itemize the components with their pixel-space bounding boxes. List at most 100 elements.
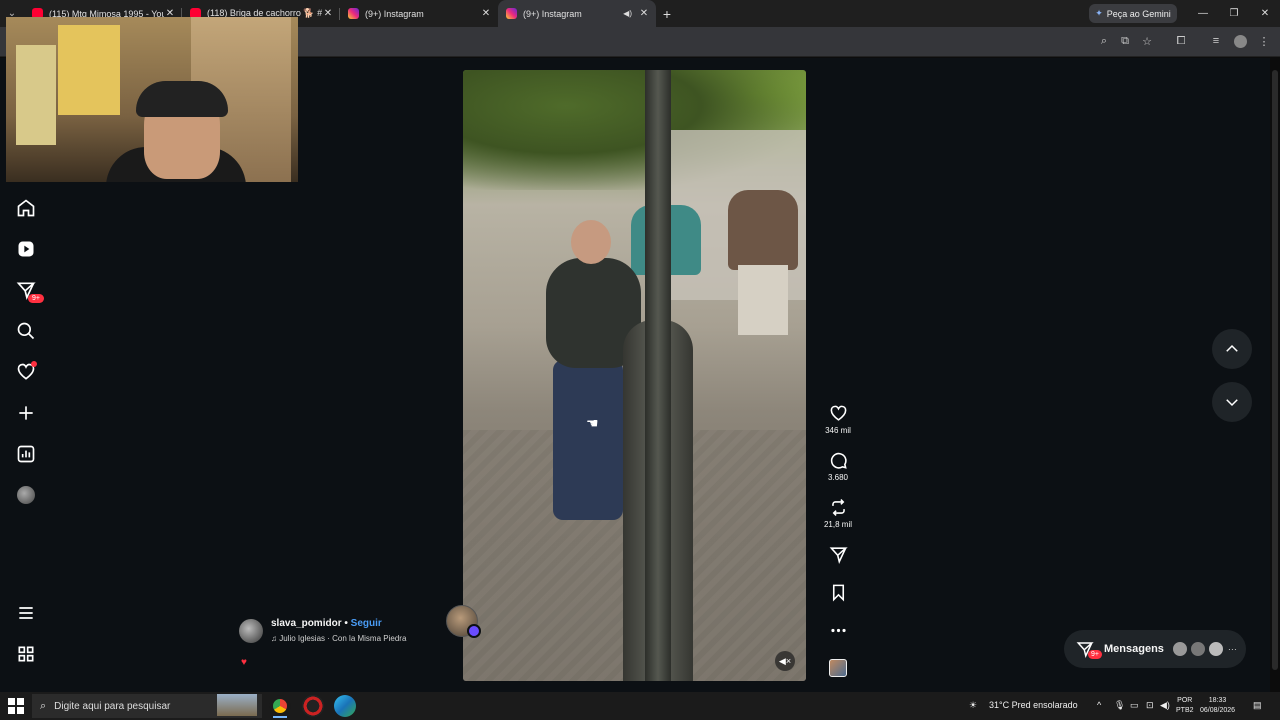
zoom-icon[interactable]: ⌕	[1097, 35, 1111, 48]
share-button[interactable]	[818, 545, 858, 564]
clock-time: 18:33	[1208, 697, 1227, 704]
menu-icon	[19, 607, 33, 619]
profile-avatar[interactable]	[1234, 35, 1247, 48]
new-tab-button[interactable]: +	[656, 6, 678, 22]
clock-date: 06/08/2026	[1200, 707, 1236, 714]
screen: ⌄ (115) Mtg Mimosa 1995 - YouTu ✕ (118) …	[0, 0, 1280, 720]
search-icon: ⌕	[40, 699, 47, 712]
video-person	[728, 170, 798, 390]
comment-icon	[830, 452, 847, 469]
heart-icon: ♥	[241, 657, 247, 668]
windows-start-icon[interactable]	[8, 698, 24, 714]
windows-taskbar: ⌕ Digite aqui para pesquisar	[0, 692, 1280, 720]
send-icon	[829, 547, 848, 564]
extensions-icon[interactable]: ⧠	[1174, 35, 1188, 48]
separator-dot: •	[344, 618, 348, 629]
repost-icon	[831, 499, 845, 516]
sidebar-item-profile[interactable]	[8, 477, 44, 513]
like-count: 346 mil	[825, 426, 851, 435]
heart-icon	[830, 405, 846, 421]
ellipsis-icon: ···	[1227, 644, 1237, 654]
song-line[interactable]: ♫ Julio Iglesias · Con la Misma Piedra	[271, 634, 406, 643]
next-reel-button[interactable]	[1212, 382, 1252, 422]
tray-chevron-icon[interactable]: ^	[1097, 700, 1101, 710]
sidebar-item-messages[interactable]: 9+	[8, 272, 44, 308]
hand-cursor-icon: ☚	[586, 415, 599, 431]
tab-title: (9+) Instagram	[523, 8, 582, 19]
follow-button[interactable]: Seguir	[351, 618, 382, 629]
notification-center-icon[interactable]: ▤	[1253, 700, 1262, 711]
sidebar-item-create[interactable]	[8, 395, 44, 431]
mute-icon[interactable]: ◀×	[775, 651, 795, 671]
browser-tab-active[interactable]: (9+) Instagram ◀) ✕	[498, 0, 656, 27]
speaker-icon[interactable]: ◀)	[623, 9, 632, 18]
volume-icon[interactable]: ◀)	[1160, 700, 1170, 711]
instagram-icon	[348, 8, 359, 19]
like-button[interactable]: 346 mil	[818, 404, 858, 435]
bookmark-icon	[832, 584, 844, 602]
sidebar-item-notifications[interactable]	[8, 354, 44, 390]
author-avatar[interactable]	[239, 619, 263, 643]
media-controls-icon[interactable]: ≡	[1209, 35, 1223, 47]
webcam-overlay	[6, 17, 298, 182]
reel-video[interactable]: ◀×	[463, 70, 806, 681]
kebab-menu-icon[interactable]: ⋮	[1257, 35, 1271, 48]
author-username[interactable]: slava_pomidor	[271, 618, 342, 629]
weather-text[interactable]: 31°C Pred ensolarado	[989, 700, 1078, 710]
comment-count: 3.680	[827, 473, 849, 482]
tab-title: (9+) Instagram	[365, 8, 424, 19]
taskbar-clock[interactable]: 18:33 06/08/2026	[1200, 696, 1235, 716]
microphone-icon[interactable]: 🎙	[1114, 700, 1125, 711]
sidebar-item-more[interactable]	[8, 595, 44, 631]
song-title: Julio Iglesias · Con la Misma Piedra	[279, 634, 407, 643]
obs-icon[interactable]	[302, 695, 324, 717]
network-icon[interactable]: ⊡	[1146, 700, 1154, 711]
chevron-down-icon	[1226, 399, 1238, 407]
messages-badge: 9+	[28, 294, 44, 303]
close-window-button[interactable]: ✕	[1250, 0, 1280, 27]
more-options-button[interactable]	[818, 621, 858, 640]
gemini-sparkle-icon: ✦	[1095, 8, 1103, 18]
home-icon	[17, 199, 35, 217]
input-language[interactable]: POR PTB2	[1176, 696, 1194, 716]
bookmark-star-icon[interactable]: ☆	[1140, 35, 1154, 48]
edge-icon[interactable]	[334, 695, 356, 717]
active-app-indicator	[273, 716, 287, 718]
sidebar-item-also-from-meta[interactable]	[8, 636, 44, 672]
messages-label: Mensagens	[1104, 643, 1164, 655]
repost-button[interactable]: 21,8 mil	[818, 498, 858, 529]
messages-pill[interactable]: 9+ Mensagens ···	[1064, 630, 1246, 668]
restore-button[interactable]: ❐	[1219, 0, 1249, 27]
chevron-up-icon	[1226, 344, 1238, 352]
tab-close-icon[interactable]: ✕	[322, 8, 334, 19]
save-button[interactable]	[818, 583, 858, 602]
chrome-icon[interactable]	[269, 695, 291, 717]
minimize-button[interactable]: —	[1188, 0, 1218, 27]
sidebar-item-reels[interactable]	[8, 231, 44, 267]
sidebar-item-search[interactable]	[8, 313, 44, 349]
ask-gemini-button[interactable]: ✦ Peça ao Gemini	[1089, 4, 1177, 23]
display-icon[interactable]: ▭	[1130, 700, 1139, 711]
gemini-button-label: Peça ao Gemini	[1106, 8, 1171, 19]
previous-reel-button[interactable]	[1212, 329, 1252, 369]
sidebar-item-home[interactable]	[8, 190, 44, 226]
author-line: slava_pomidor • Seguir	[271, 618, 382, 629]
plus-icon	[19, 406, 33, 420]
add-icon	[467, 624, 481, 638]
page-scrollbar[interactable]	[1270, 58, 1280, 692]
grid-icon	[18, 646, 34, 662]
audio-thumbnail[interactable]	[829, 659, 847, 677]
tab-close-icon[interactable]: ✕	[480, 8, 492, 19]
avatar	[17, 486, 35, 504]
instagram-icon	[506, 8, 517, 19]
scrollbar-thumb[interactable]	[1272, 70, 1278, 670]
cast-icon[interactable]: ⧉	[1118, 35, 1132, 48]
weather-sun-icon[interactable]: ☀	[969, 700, 977, 711]
poster-image	[58, 25, 120, 115]
tab-close-icon[interactable]: ✕	[638, 8, 650, 19]
browser-tab[interactable]: (9+) Instagram ✕	[340, 0, 498, 27]
messages-badge: 9+	[1088, 650, 1102, 659]
comment-button[interactable]: 3.680	[818, 451, 858, 482]
sidebar-item-dashboard[interactable]	[8, 436, 44, 472]
reels-icon	[18, 241, 34, 257]
